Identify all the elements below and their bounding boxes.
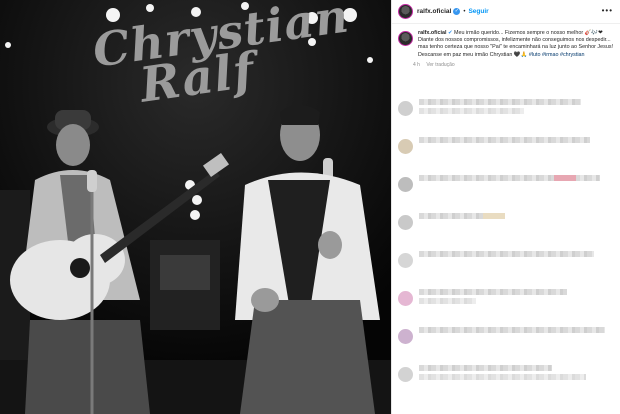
post-time: 4 h [413,61,420,68]
caption-avatar[interactable] [398,31,413,46]
caption-username[interactable]: ralfx.oficial [418,30,446,36]
comment-text-line [419,365,552,371]
comment-text-blurred [419,211,616,233]
comment-emoji-blurred [554,175,577,181]
comment-row[interactable] [398,241,616,279]
comment-text-line [419,289,568,295]
comment-row[interactable] [398,89,616,127]
comment-avatar[interactable] [398,366,413,382]
comments-list [398,89,616,393]
comment-text-line [419,327,606,333]
comment-row[interactable] [398,279,616,317]
caption-emoji-a: 🎸🎶❤ [584,30,603,36]
caption-emoji-b: 🖤🙏 [513,51,528,58]
comment-text-blurred [419,173,616,195]
comment-avatar[interactable] [398,100,413,116]
verified-badge-icon: ✔ [447,30,453,36]
header-separator: • [463,8,466,15]
post-photo[interactable]: Chrystian Ralf [0,0,391,414]
follow-button[interactable]: Seguir [468,8,488,15]
see-translation-link[interactable]: Ver tradução [426,62,454,68]
post-panel: ralfx.oficial ✓ • Seguir ••• ralfx.ofici… [391,0,620,414]
comment-text-blurred [419,287,616,309]
comment-row[interactable] [398,203,616,241]
comment-text-line [419,108,524,114]
author-avatar[interactable] [398,4,413,19]
caption-text-part1: Meu irmão querido... Fizemos sempre o no… [454,30,584,36]
comment-text-blurred [419,97,616,119]
comment-text-line [419,137,590,143]
comment-text-line [419,99,581,105]
comment-avatar[interactable] [398,252,413,268]
comment-row[interactable] [398,317,616,355]
comment-text-line [419,251,594,257]
comment-row[interactable] [398,355,616,393]
comment-row[interactable] [398,127,616,165]
comment-avatar[interactable] [398,138,413,154]
comment-text-blurred [419,249,616,271]
comment-text-line [419,298,476,304]
more-options-icon[interactable]: ••• [602,6,613,15]
caption-meta: 4 h Ver tradução [413,62,616,68]
comment-avatar[interactable] [398,214,413,230]
author-username[interactable]: ralfx.oficial [417,8,451,15]
comment-text-blurred [419,363,616,385]
verified-badge-icon: ✓ [453,8,461,15]
comment-avatar[interactable] [398,290,413,306]
comment-row[interactable] [398,165,616,203]
comment-emoji-blurred [483,213,506,219]
caption-hashtags[interactable]: #luto #irmao #chrystian [529,52,585,58]
post-caption: ralfx.oficial ✔ Meu irmão querido... Fiz… [398,30,616,68]
caption-text: ralfx.oficial ✔ Meu irmão querido... Fiz… [418,30,616,59]
comment-avatar[interactable] [398,176,413,192]
comment-text-blurred [419,325,616,347]
comment-avatar[interactable] [398,328,413,344]
post-header: ralfx.oficial ✓ • Seguir ••• [392,0,620,24]
comment-text-blurred [419,135,616,157]
comment-text-line [419,374,587,380]
